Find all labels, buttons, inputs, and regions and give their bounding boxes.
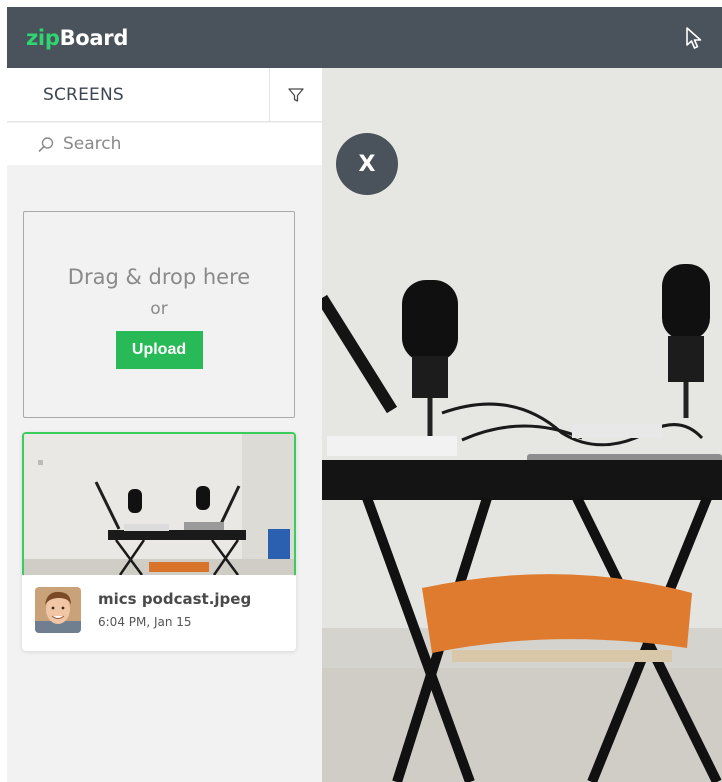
screen-timestamp: 6:04 PM, Jan 15 xyxy=(98,615,192,629)
screen-thumbnail[interactable] xyxy=(22,432,296,575)
close-button[interactable]: X xyxy=(336,133,398,195)
dropzone-or-text: or xyxy=(150,299,168,319)
search-bar xyxy=(7,123,322,165)
zipboard-logo[interactable]: zipBoard xyxy=(26,26,128,50)
tab-screens[interactable]: SCREENS xyxy=(43,85,124,105)
thumbnail-image xyxy=(24,434,294,575)
avatar xyxy=(35,587,81,633)
search-input[interactable] xyxy=(63,129,303,159)
logo-zip-text: zip xyxy=(26,25,60,50)
upload-button[interactable]: Upload xyxy=(115,331,203,369)
screen-name[interactable]: mics podcast.jpeg xyxy=(98,590,251,608)
screen-card[interactable]: mics podcast.jpeg 6:04 PM, Jan 15 xyxy=(22,432,296,651)
dropzone-text: Drag & drop here xyxy=(67,265,251,289)
filter-icon xyxy=(288,88,304,102)
search-icon xyxy=(38,137,54,152)
screens-sidebar: SCREENS Drag & drop here or Upload xyxy=(7,68,322,782)
upload-dropzone[interactable]: Drag & drop here or Upload xyxy=(23,211,295,418)
filter-button[interactable] xyxy=(270,68,322,122)
pointer-cursor-icon[interactable] xyxy=(684,26,704,50)
app-header: zipBoard xyxy=(7,7,722,68)
avatar-image xyxy=(35,587,81,633)
logo-board-text: Board xyxy=(59,25,129,50)
sidebar-tabbar: SCREENS xyxy=(7,68,322,122)
